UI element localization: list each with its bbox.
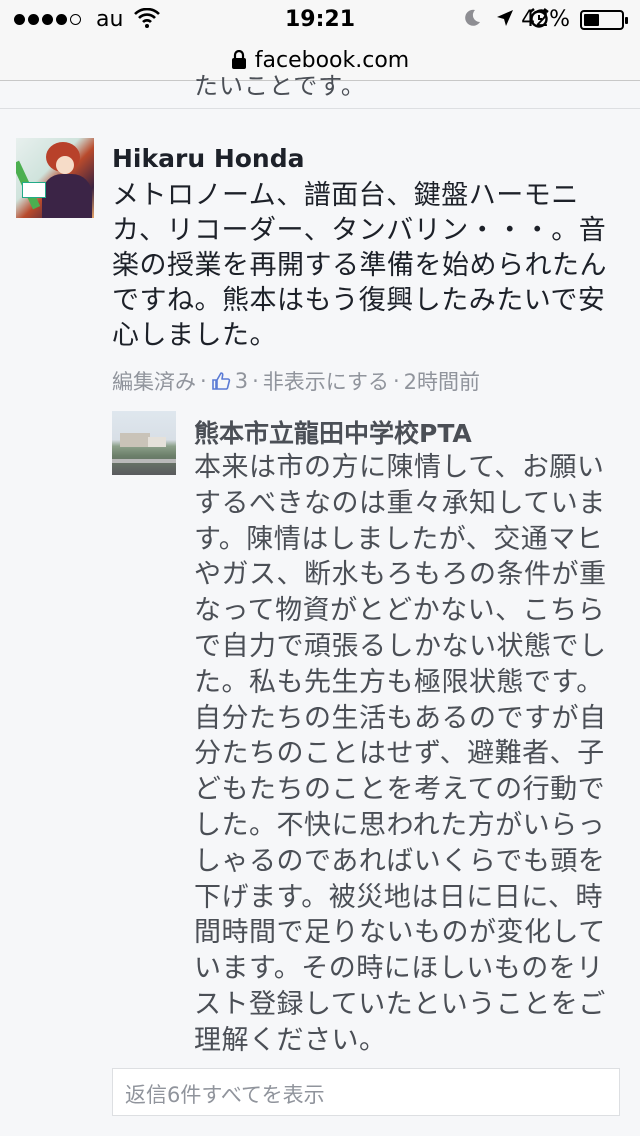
meta-separator: ·: [200, 369, 207, 393]
status-bar: au 19:21 42%: [0, 0, 640, 40]
previous-comment-fragment: たいことです。: [194, 72, 366, 100]
battery-percent: 42%: [521, 7, 570, 32]
meta-separator: ·: [252, 369, 259, 393]
view-all-replies-button[interactable]: 返信6件すべてを表示: [112, 1068, 620, 1116]
battery-icon: [580, 10, 628, 30]
avatar[interactable]: [16, 138, 94, 218]
reply-text: 本来は市の方に陳情して、お願いするべきなのは重々承知しています。陳情はしましたが…: [194, 452, 607, 1056]
comment-timestamp[interactable]: 2時間前: [404, 366, 480, 396]
meta-separator: ·: [392, 369, 400, 393]
thumbs-up-icon[interactable]: [211, 371, 231, 391]
edited-label[interactable]: 編集済み: [112, 366, 196, 396]
moon-icon: [465, 9, 480, 26]
comment-text: メトロノーム、譜面台、鍵盤ハーモニカ、リコーダー、タンバリン・・・。音楽の授業を…: [112, 180, 607, 351]
comment-author[interactable]: Hikaru Honda: [112, 144, 304, 173]
location-arrow-icon: [497, 10, 513, 26]
reply-avatar[interactable]: [112, 411, 176, 475]
comment-meta: 編集済み · 3 · 非表示にする · 2時間前: [112, 366, 480, 396]
hide-link[interactable]: 非表示にする: [263, 366, 389, 396]
divider: [0, 108, 640, 109]
like-count[interactable]: 3: [235, 369, 248, 393]
reply-author[interactable]: 熊本市立龍田中学校PTA: [194, 414, 472, 450]
